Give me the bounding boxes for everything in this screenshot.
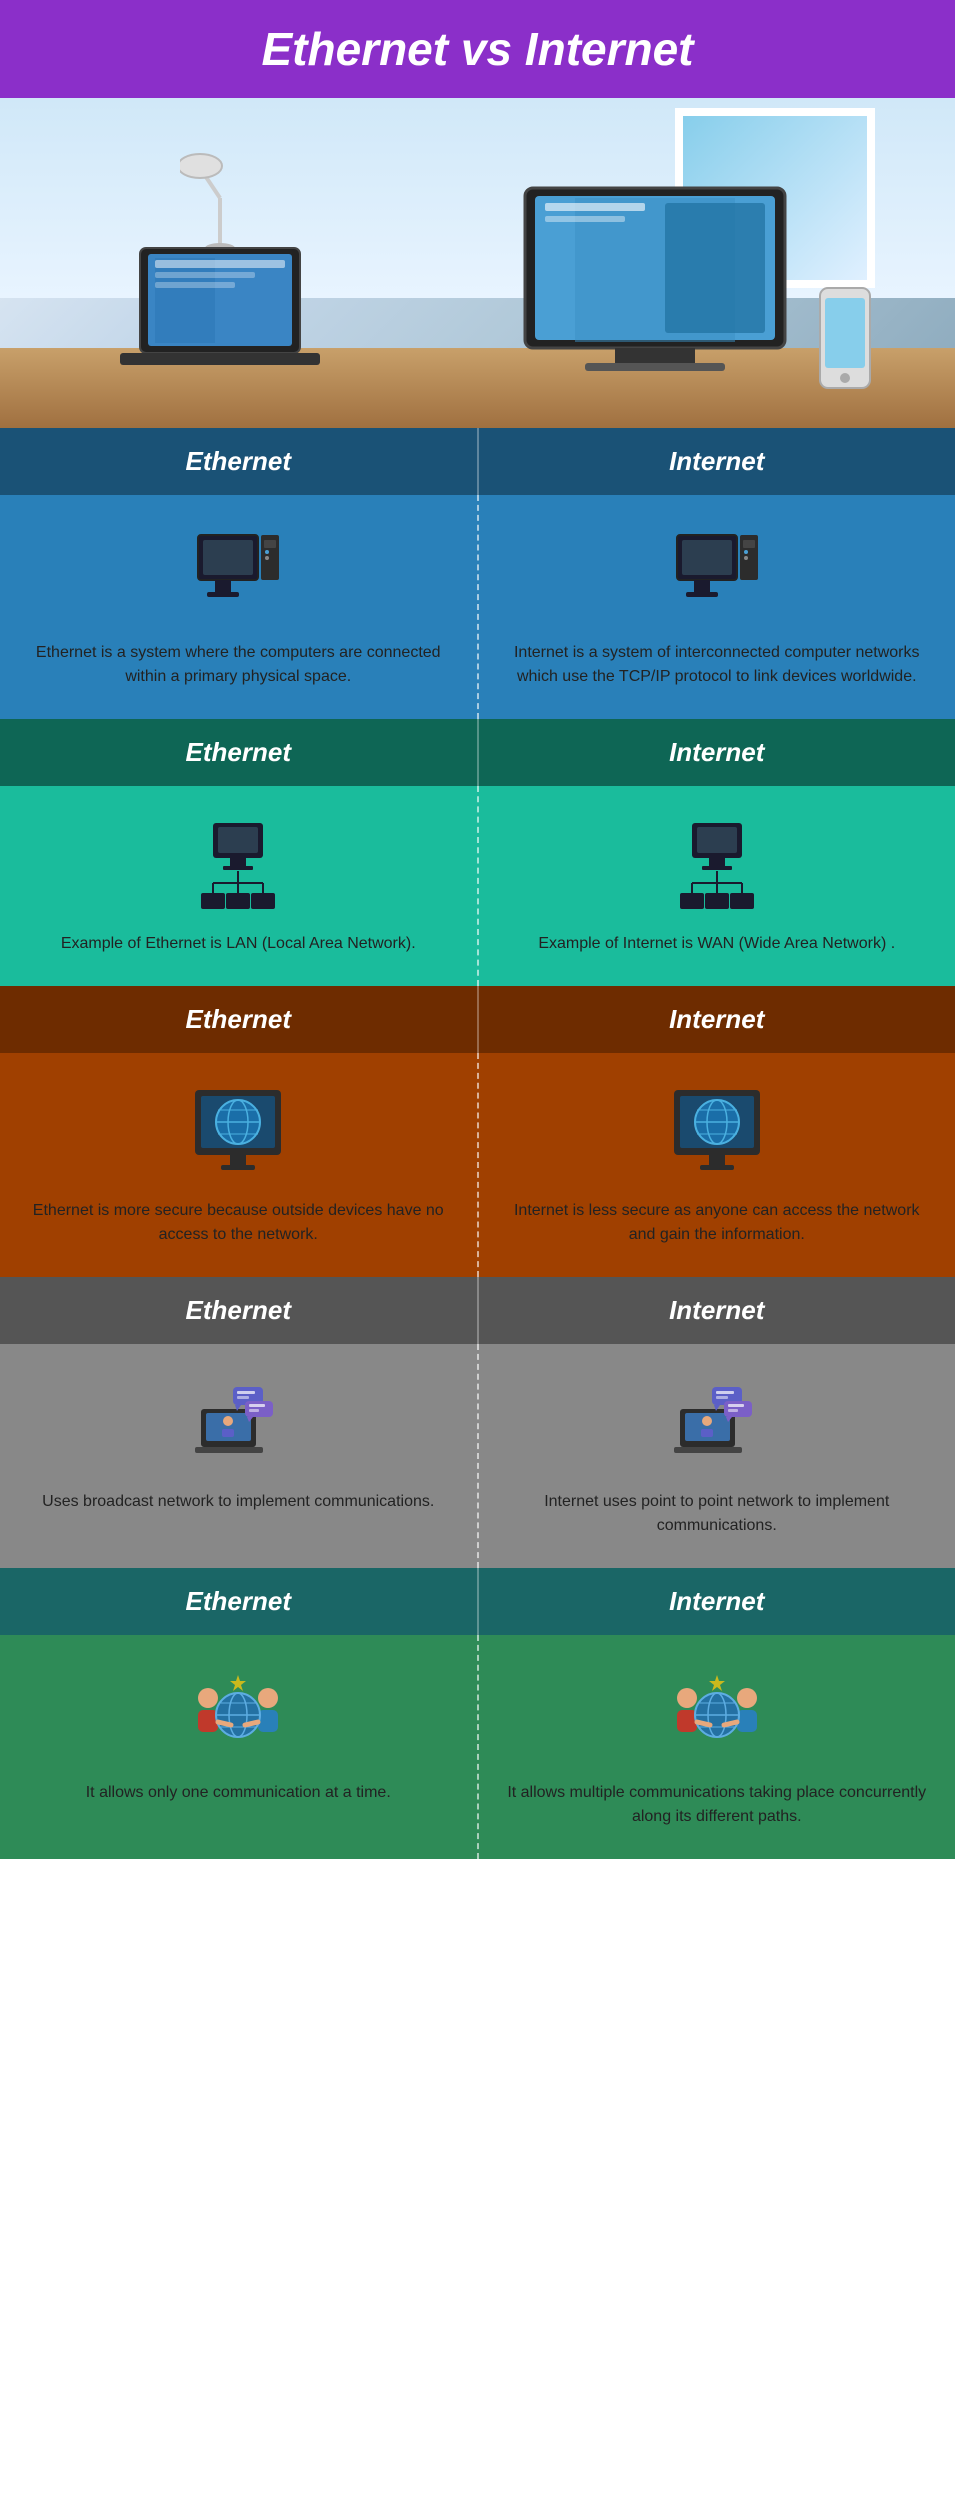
section-1-right-text: Internet is a system of interconnected c… bbox=[499, 641, 936, 689]
handshake-globe-icon-2 bbox=[672, 1670, 762, 1760]
handshake-globe-icon bbox=[193, 1670, 283, 1760]
section-5: Ethernet Internet bbox=[0, 1568, 955, 1859]
section-4-left-header: Ethernet bbox=[0, 1277, 477, 1344]
section-5-right-label: Internet bbox=[489, 1586, 946, 1617]
section-2-left-label: Ethernet bbox=[10, 737, 467, 768]
section-1-left-text: Ethernet is a system where the computers… bbox=[20, 641, 457, 689]
section-5-right-header: Internet bbox=[479, 1568, 955, 1635]
section-4-content: Uses broadcast network to implement comm… bbox=[0, 1344, 955, 1568]
section-4-left-text: Uses broadcast network to implement comm… bbox=[42, 1490, 434, 1514]
section-1-left-content: Ethernet is a system where the computers… bbox=[0, 495, 477, 719]
page-title: Ethernet vs Internet bbox=[10, 22, 945, 76]
section-2-header: Ethernet Internet bbox=[0, 719, 955, 786]
section-5-header: Ethernet Internet bbox=[0, 1568, 955, 1635]
section-5-left-content: It allows only one communication at a ti… bbox=[0, 1635, 477, 1859]
globe-icon-left bbox=[188, 1083, 288, 1183]
desktop-icon-right bbox=[667, 525, 767, 625]
section-3-right-header: Internet bbox=[479, 986, 955, 1053]
globe-monitor-icon bbox=[193, 1088, 283, 1178]
section-3-right-content: Internet is less secure as anyone can ac… bbox=[479, 1053, 955, 1277]
section-2-right-text: Example of Internet is WAN (Wide Area Ne… bbox=[538, 932, 895, 956]
network-icon-right bbox=[667, 816, 767, 916]
section-2-left-text: Example of Ethernet is LAN (Local Area N… bbox=[61, 932, 416, 956]
broadcast-computer-icon bbox=[193, 1379, 283, 1469]
globe-monitor-icon-2 bbox=[672, 1088, 762, 1178]
section-1-left-header: Ethernet bbox=[0, 428, 477, 495]
broadcast-icon-left bbox=[188, 1374, 288, 1474]
section-1-right-header: Internet bbox=[479, 428, 955, 495]
section-3-left-text: Ethernet is more secure because outside … bbox=[20, 1199, 457, 1247]
section-5-right-content: It allows multiple communications taking… bbox=[479, 1635, 955, 1859]
section-1-right-content: Internet is a system of interconnected c… bbox=[479, 495, 955, 719]
section-5-left-text: It allows only one communication at a ti… bbox=[86, 1781, 391, 1805]
people-icon-left bbox=[188, 1665, 288, 1765]
hero-image bbox=[0, 98, 955, 428]
section-1-content: Ethernet is a system where the computers… bbox=[0, 495, 955, 719]
section-4-right-label: Internet bbox=[489, 1295, 946, 1326]
laptop-icon bbox=[120, 238, 320, 398]
computer-icon-2 bbox=[672, 530, 762, 620]
section-1: Ethernet Internet bbox=[0, 428, 955, 719]
section-3-right-text: Internet is less secure as anyone can ac… bbox=[499, 1199, 936, 1247]
monitor-icon bbox=[515, 178, 795, 398]
section-5-left-label: Ethernet bbox=[10, 1586, 467, 1617]
section-2-right-header: Internet bbox=[479, 719, 955, 786]
section-3-left-content: Ethernet is more secure because outside … bbox=[0, 1053, 477, 1277]
section-4: Ethernet Internet bbox=[0, 1277, 955, 1568]
section-5-content: It allows only one communication at a ti… bbox=[0, 1635, 955, 1859]
section-4-right-content: Internet uses point to point network to … bbox=[479, 1344, 955, 1568]
section-3-header: Ethernet Internet bbox=[0, 986, 955, 1053]
title-bar: Ethernet vs Internet bbox=[0, 0, 955, 98]
section-2-right-label: Internet bbox=[489, 737, 946, 768]
section-4-header: Ethernet Internet bbox=[0, 1277, 955, 1344]
section-3-content: Ethernet is more secure because outside … bbox=[0, 1053, 955, 1277]
section-5-right-text: It allows multiple communications taking… bbox=[499, 1781, 936, 1829]
section-3: Ethernet Internet bbox=[0, 986, 955, 1277]
section-1-left-label: Ethernet bbox=[10, 446, 467, 477]
broadcast-icon-right bbox=[667, 1374, 767, 1474]
section-5-left-header: Ethernet bbox=[0, 1568, 477, 1635]
section-2-right-content: Example of Internet is WAN (Wide Area Ne… bbox=[479, 786, 955, 986]
section-3-right-label: Internet bbox=[489, 1004, 946, 1035]
section-2-left-header: Ethernet bbox=[0, 719, 477, 786]
section-3-left-label: Ethernet bbox=[10, 1004, 467, 1035]
computer-icon bbox=[193, 530, 283, 620]
desktop-icon-left bbox=[188, 525, 288, 625]
network-tree-icon-2 bbox=[672, 821, 762, 911]
section-1-header: Ethernet Internet bbox=[0, 428, 955, 495]
section-4-left-content: Uses broadcast network to implement comm… bbox=[0, 1344, 477, 1568]
section-2: Ethernet Internet bbox=[0, 719, 955, 986]
section-4-right-header: Internet bbox=[479, 1277, 955, 1344]
network-icon-left bbox=[188, 816, 288, 916]
broadcast-computer-icon-2 bbox=[672, 1379, 762, 1469]
section-3-left-header: Ethernet bbox=[0, 986, 477, 1053]
phone-icon bbox=[815, 283, 875, 393]
section-1-right-label: Internet bbox=[489, 446, 946, 477]
people-icon-right bbox=[667, 1665, 767, 1765]
section-4-left-label: Ethernet bbox=[10, 1295, 467, 1326]
section-2-content: Example of Ethernet is LAN (Local Area N… bbox=[0, 786, 955, 986]
section-2-left-content: Example of Ethernet is LAN (Local Area N… bbox=[0, 786, 477, 986]
sections-container: Ethernet Internet bbox=[0, 428, 955, 1859]
globe-icon-right bbox=[667, 1083, 767, 1183]
network-tree-icon bbox=[193, 821, 283, 911]
section-4-right-text: Internet uses point to point network to … bbox=[499, 1490, 936, 1538]
